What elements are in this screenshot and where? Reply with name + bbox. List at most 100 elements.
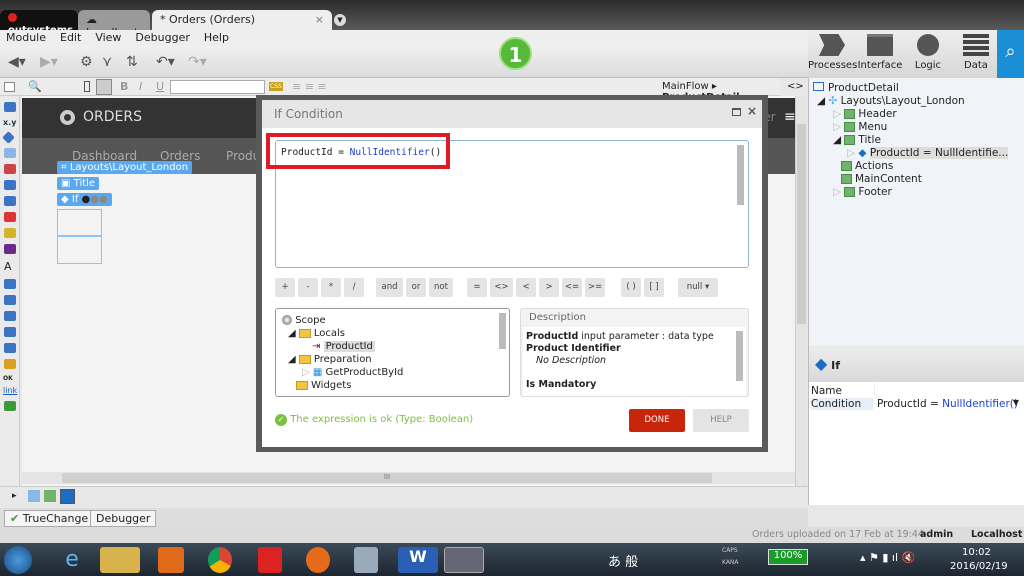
tab-logic[interactable]: Logic <box>904 34 952 71</box>
firefox-icon[interactable] <box>306 547 330 573</box>
dropdown-icon[interactable]: ▼ <box>1013 398 1019 407</box>
op-minus[interactable]: - <box>298 278 318 297</box>
op-divide[interactable]: / <box>344 278 364 297</box>
explorer-icon[interactable] <box>100 547 140 573</box>
clock-date[interactable]: 2016/02/19 <box>950 561 1008 572</box>
op-greater-equal[interactable]: >= <box>585 278 605 297</box>
combo-widget-icon[interactable] <box>4 343 16 353</box>
search-icon[interactable]: ⌕ <box>997 30 1024 78</box>
tree-root[interactable]: ProductDetail <box>813 82 899 94</box>
text-widget-icon[interactable]: A <box>4 260 19 273</box>
tab-localhost[interactable]: ☁ Localhost <box>78 10 150 39</box>
undo-icon[interactable]: ↶▾ <box>156 54 175 70</box>
op-parens[interactable]: ( ) <box>621 278 641 297</box>
tree-layout[interactable]: ◢ ✣ Layouts\Layout_London <box>817 95 965 107</box>
italic-icon[interactable]: I <box>139 80 142 93</box>
tab-orders[interactable]: * Orders (Orders) × <box>152 10 332 30</box>
tree-footer[interactable]: ▷ Footer <box>833 186 892 198</box>
widget-tag-if[interactable]: ◆ If ●●● <box>57 193 112 206</box>
tab-processes[interactable]: Processes <box>808 34 857 71</box>
pencil-widget-icon[interactable] <box>4 228 16 238</box>
scope-getproductbyid[interactable]: ▷ ▦ GetProductById <box>302 367 403 378</box>
maximize-icon[interactable] <box>732 108 741 116</box>
notification-badge[interactable]: 1 <box>499 37 532 70</box>
path-layout-icon[interactable] <box>28 490 40 502</box>
scope-root[interactable]: Scope <box>282 315 326 326</box>
ie-icon[interactable]: e <box>52 547 92 573</box>
scope-widgets[interactable]: Widgets <box>296 380 351 391</box>
expression-widget-icon[interactable]: x.y <box>3 118 19 127</box>
app2-icon[interactable] <box>354 547 378 573</box>
op-multiply[interactable]: * <box>321 278 341 297</box>
op-not-equal[interactable]: <> <box>490 278 513 297</box>
menu-edit[interactable]: Edit <box>60 30 81 46</box>
word-icon[interactable]: W <box>398 547 438 573</box>
label-widget-icon[interactable] <box>4 279 16 289</box>
checkbox-widget-icon[interactable] <box>4 311 16 321</box>
scope-productid[interactable]: ⇥ ProductId <box>312 341 375 352</box>
gear-icon[interactable]: ⚙ <box>80 54 93 70</box>
placeholder-widget-icon[interactable] <box>4 148 16 158</box>
image-widget-icon[interactable] <box>4 401 16 411</box>
ime-indicator[interactable]: あ 般 <box>608 551 638 570</box>
app-icon[interactable] <box>258 547 282 573</box>
phone-icon[interactable] <box>84 81 90 92</box>
if-true-branch[interactable] <box>57 209 102 236</box>
edit-widget-icon[interactable] <box>4 212 16 222</box>
help-button[interactable]: HELP <box>693 409 749 432</box>
collapse-icon[interactable]: ▸ <box>12 491 17 501</box>
null-select[interactable]: null ▾ <box>678 278 718 297</box>
records-widget-icon[interactable] <box>4 196 16 206</box>
upload-widget-icon[interactable] <box>4 359 16 369</box>
table-widget-icon[interactable] <box>4 102 16 112</box>
if-false-branch[interactable] <box>57 236 102 264</box>
form-widget-icon[interactable] <box>4 164 16 174</box>
canvas-vertical-scrollbar[interactable] <box>795 96 807 486</box>
start-button[interactable] <box>4 546 32 574</box>
tree-title[interactable]: ◢ Title <box>833 134 881 146</box>
brush-widget-icon[interactable] <box>4 244 16 254</box>
style-select[interactable] <box>170 80 265 94</box>
tree-if-selected[interactable]: ▷ ◆ ProductId = NullIdentifie... <box>847 147 1009 159</box>
back-icon[interactable]: ◀▾ <box>8 54 26 70</box>
path-title-icon[interactable] <box>44 490 56 502</box>
op-less[interactable]: < <box>516 278 536 297</box>
breadcrumb-mainflow[interactable]: MainFlow <box>662 81 709 92</box>
compare-icon[interactable]: ⋎ <box>102 54 112 70</box>
button-widget-icon[interactable]: OK <box>3 375 19 382</box>
desktop-icon[interactable] <box>96 79 112 95</box>
hamburger-icon[interactable]: ≡ <box>784 109 796 125</box>
prop-condition-value[interactable]: ProductId = NullIdentifier() ▼ <box>877 398 1023 410</box>
expression-scrollbar[interactable] <box>737 145 744 205</box>
select-icon[interactable] <box>4 82 15 92</box>
tree-actions[interactable]: Actions <box>841 160 893 172</box>
tree-maincontent[interactable]: MainContent <box>841 173 922 185</box>
battery-indicator[interactable]: 100% <box>768 549 808 565</box>
op-greater[interactable]: > <box>539 278 559 297</box>
widget-tag-layout[interactable]: ⌗ Layouts\Layout_London <box>57 161 193 174</box>
radio-widget-icon[interactable] <box>4 327 16 337</box>
menu-view[interactable]: View <box>95 30 121 46</box>
menu-help[interactable]: Help <box>204 30 229 46</box>
outsystems-taskbar-icon[interactable] <box>444 547 484 573</box>
description-scrollbar[interactable] <box>736 331 743 381</box>
if-widget-icon[interactable] <box>2 131 15 144</box>
op-brackets[interactable]: [ ] <box>644 278 664 297</box>
link-widget-icon[interactable]: link <box>3 386 19 395</box>
op-not[interactable]: not <box>429 278 453 297</box>
scope-locals[interactable]: ◢ Locals <box>288 328 345 339</box>
op-less-equal[interactable]: <= <box>562 278 582 297</box>
publish-icon[interactable]: ⇅ <box>126 54 138 70</box>
css-button[interactable]: CSS <box>269 82 283 91</box>
prop-name-value[interactable] <box>874 383 1024 396</box>
op-and[interactable]: and <box>376 278 403 297</box>
close-icon[interactable]: × <box>747 104 757 118</box>
zoom-icon[interactable]: 🔍 <box>28 80 42 93</box>
canvas-horizontal-scrollbar[interactable]: III <box>22 472 795 484</box>
menu-module[interactable]: Module <box>6 30 46 46</box>
forward-icon[interactable]: ▶▾ <box>40 54 58 70</box>
widget-tag-title[interactable]: ▣ Title <box>57 177 100 190</box>
tab-debugger[interactable]: Debugger <box>90 510 157 527</box>
tab-data[interactable]: Data <box>952 34 1000 71</box>
scope-preparation[interactable]: ◢ Preparation <box>288 354 372 365</box>
